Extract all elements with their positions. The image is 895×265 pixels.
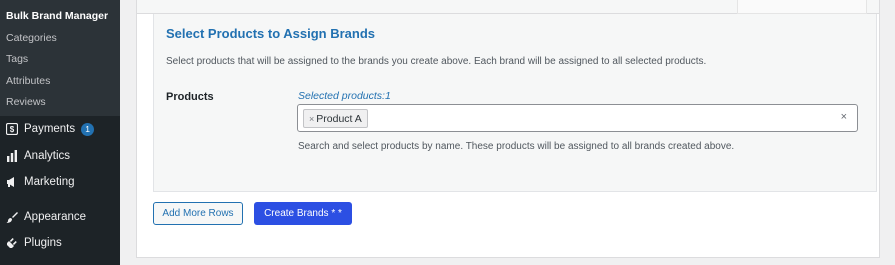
products-label: Products (166, 91, 214, 103)
products-help-text: Search and select products by name. Thes… (298, 141, 735, 152)
svg-text:$: $ (9, 125, 14, 134)
payments-count-badge: 1 (81, 122, 95, 136)
submenu-item-tags[interactable]: Tags (0, 49, 120, 71)
bar-chart-icon (5, 149, 18, 162)
paintbrush-icon (5, 210, 18, 223)
products-submenu: Bulk Brand Manager Categories Tags Attri… (0, 0, 120, 116)
brand-manager-panel: Select Products to Assign Brands Select … (136, 0, 880, 258)
add-more-rows-button[interactable]: Add More Rows (153, 202, 243, 225)
menu-label-payments: Payments (24, 123, 76, 136)
menu-item-plugins[interactable]: Plugins (0, 230, 120, 257)
previous-section-edge (137, 0, 879, 14)
menu-item-appearance[interactable]: Appearance (0, 204, 120, 231)
chip-remove-icon[interactable]: × (309, 114, 314, 124)
menu-item-payments[interactable]: $ Payments 1 (0, 116, 120, 143)
submenu-item-categories[interactable]: Categories (0, 28, 120, 50)
selected-products-count: Selected products:1 (298, 90, 391, 102)
menu-label-appearance: Appearance (24, 210, 87, 223)
payments-icon: $ (5, 123, 18, 136)
section-description: Select products that will be assigned to… (166, 56, 707, 67)
menu-label-analytics: Analytics (24, 149, 71, 162)
admin-sidebar: Bulk Brand Manager Categories Tags Attri… (0, 0, 120, 265)
chip-label: Product A (316, 112, 362, 125)
product-search-select[interactable]: × Product A × (297, 104, 858, 132)
plugin-icon (5, 237, 18, 250)
main-content: Select Products to Assign Brands Select … (120, 0, 895, 265)
section-title: Select Products to Assign Brands (166, 26, 376, 41)
menu-label-marketing: Marketing (24, 176, 75, 189)
megaphone-icon (5, 176, 18, 189)
select-products-section: Select Products to Assign Brands Select … (153, 14, 877, 192)
menu-label-plugins: Plugins (24, 237, 62, 250)
submenu-item-reviews[interactable]: Reviews (0, 92, 120, 114)
selected-product-chip: × Product A (303, 109, 368, 128)
create-brands-button[interactable]: Create Brands * * (254, 202, 352, 225)
submenu-item-attributes[interactable]: Attributes (0, 71, 120, 93)
previous-section-box (737, 0, 867, 14)
menu-item-marketing[interactable]: Marketing (0, 169, 120, 196)
clear-selection-icon[interactable]: × (841, 111, 847, 123)
submenu-item-bulk-brand-manager[interactable]: Bulk Brand Manager (0, 6, 120, 28)
menu-item-analytics[interactable]: Analytics (0, 143, 120, 170)
